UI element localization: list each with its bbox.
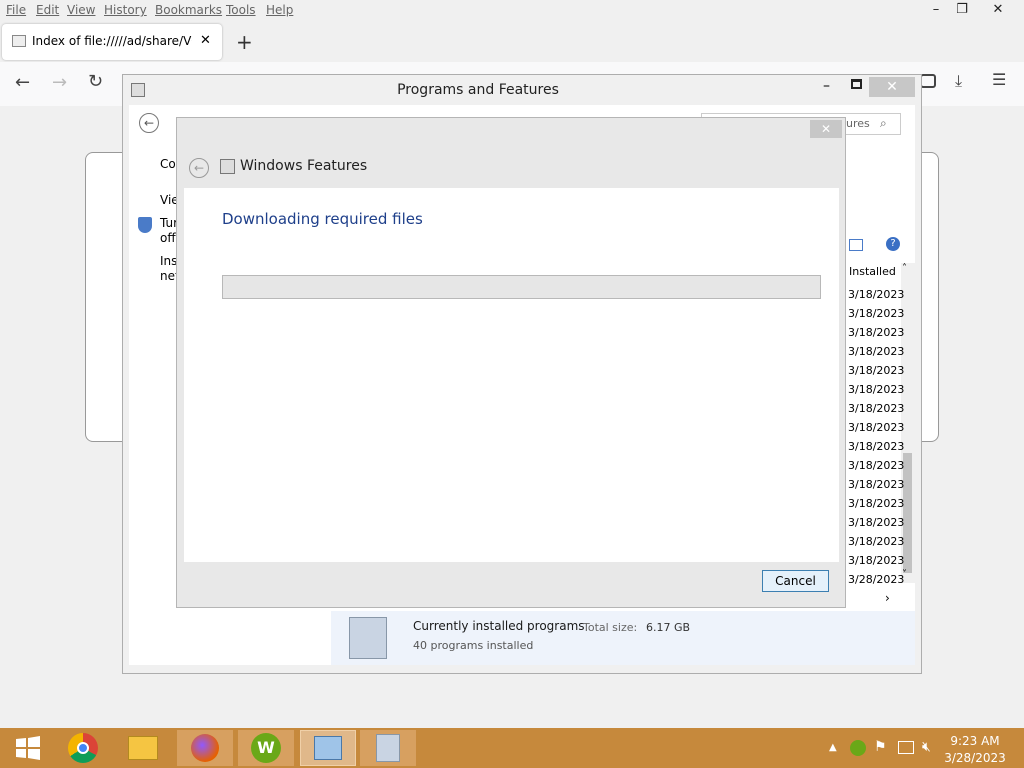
installed-date: 3/18/2023 [848,402,905,415]
download-icon[interactable]: ⤓ [955,71,962,91]
taskbar-programs[interactable] [360,730,416,766]
show-hidden-icons[interactable]: ▲ [829,742,837,753]
programs-count: 40 programs installed [413,639,534,652]
menu-help[interactable]: Help [266,3,293,17]
windows-logo-icon [16,736,40,760]
installed-date: 3/18/2023 [848,459,905,472]
shield-icon [138,217,152,233]
sidebar-item-turn-features-2[interactable]: off [160,231,176,245]
network-icon[interactable] [898,741,914,754]
total-size-value: 6.17 GB [646,621,691,634]
total-size-label: Total size: [583,621,638,634]
menu-tools[interactable]: Tools [226,3,256,17]
cancel-button[interactable]: Cancel [762,570,829,592]
dialog-body: Downloading required files [184,188,839,562]
progress-bar [222,275,821,299]
control-panel-icon [314,736,342,760]
back-icon[interactable]: ← [139,113,159,133]
taskbar-w-app[interactable]: W [238,730,294,766]
dialog-close-button[interactable]: ✕ [810,120,842,138]
page-icon [12,35,26,47]
firefox-icon [191,734,219,762]
programs-icon [376,734,400,762]
menu-history[interactable]: History [104,3,147,17]
menu-bookmarks[interactable]: Bookmarks [155,3,222,17]
minimize-button[interactable]: – [823,78,830,94]
new-tab-button[interactable]: + [236,30,253,54]
installed-date: 3/18/2023 [848,288,905,301]
w-tray-icon[interactable] [850,740,866,756]
details-label: Currently installed programs [413,619,585,633]
menu-view[interactable]: View [67,3,95,17]
menu-bar: File Edit View History Bookmarks Tools H… [0,0,1024,22]
window-title: Programs and Features [397,82,559,98]
back-icon[interactable]: ← [189,158,209,178]
windows-features-icon [220,159,235,174]
details-pane: Currently installed programs Total size:… [331,611,915,665]
close-button[interactable]: ✕ [869,77,915,97]
clock-date[interactable]: 3/28/2023 [940,751,1010,765]
installed-date: 3/18/2023 [848,421,905,434]
windows-features-dialog: ✕ ← Windows Features Downloading require… [176,117,846,608]
sidebar-item-home[interactable]: Co [160,157,176,171]
menu-edit[interactable]: Edit [36,3,59,17]
installed-date: 3/18/2023 [848,364,905,377]
back-icon[interactable]: ← [15,72,30,93]
programs-icon [349,617,387,659]
taskbar-chrome[interactable] [55,730,111,766]
maximize-button[interactable] [851,79,862,89]
reload-icon[interactable]: ↻ [88,71,103,92]
w-app-icon: W [251,733,281,763]
forward-icon[interactable]: → [52,72,67,93]
installed-date: 3/28/2023 [848,573,905,586]
view-options-icon[interactable] [849,239,863,251]
installed-date: 3/18/2023 [848,345,905,358]
browser-tab[interactable]: Index of file://///ad/share/VC R ✕ [2,24,222,60]
chrome-icon [68,733,98,763]
clock-time[interactable]: 9:23 AM [940,734,1010,748]
installed-date: 3/18/2023 [848,554,905,567]
start-button[interactable] [0,730,56,766]
help-icon[interactable]: ? [886,237,900,251]
taskbar-firefox[interactable] [177,730,233,766]
minimize-button[interactable]: – [924,2,948,20]
tab-title: Index of file://///ad/share/VC R [32,34,192,48]
installed-date: 3/18/2023 [848,535,905,548]
flag-icon[interactable]: ⚑ [874,739,887,755]
installed-date: 3/18/2023 [848,497,905,510]
installed-date: 3/18/2023 [848,478,905,491]
column-header-installed[interactable]: Installed [849,265,896,278]
dialog-heading: Downloading required files [222,210,423,228]
scroll-right-icon[interactable]: › [885,591,890,605]
close-button[interactable]: ✕ [986,2,1010,20]
menu-file[interactable]: File [6,3,26,17]
installed-date: 3/18/2023 [848,440,905,453]
taskbar-file-explorer[interactable] [115,730,171,766]
scroll-up-icon[interactable]: ˄ [902,263,907,274]
taskbar-control-panel[interactable] [300,730,356,766]
installed-date: 3/18/2023 [848,383,905,396]
search-icon: ⌕ [880,116,887,130]
tab-close-icon[interactable]: ✕ [200,33,211,48]
folder-icon [128,736,158,760]
dialog-title: Windows Features [240,158,368,174]
installed-date: 3/18/2023 [848,307,905,320]
restore-button[interactable]: ❐ [950,2,974,20]
installed-date: 3/18/2023 [848,516,905,529]
pocket-icon[interactable] [920,74,936,88]
volume-muted-icon[interactable]: 🔇︎ [922,739,931,755]
menu-icon[interactable]: ☰ [992,70,1006,89]
installed-date: 3/18/2023 [848,326,905,339]
window-titlebar: Programs and Features – ✕ [123,75,921,105]
